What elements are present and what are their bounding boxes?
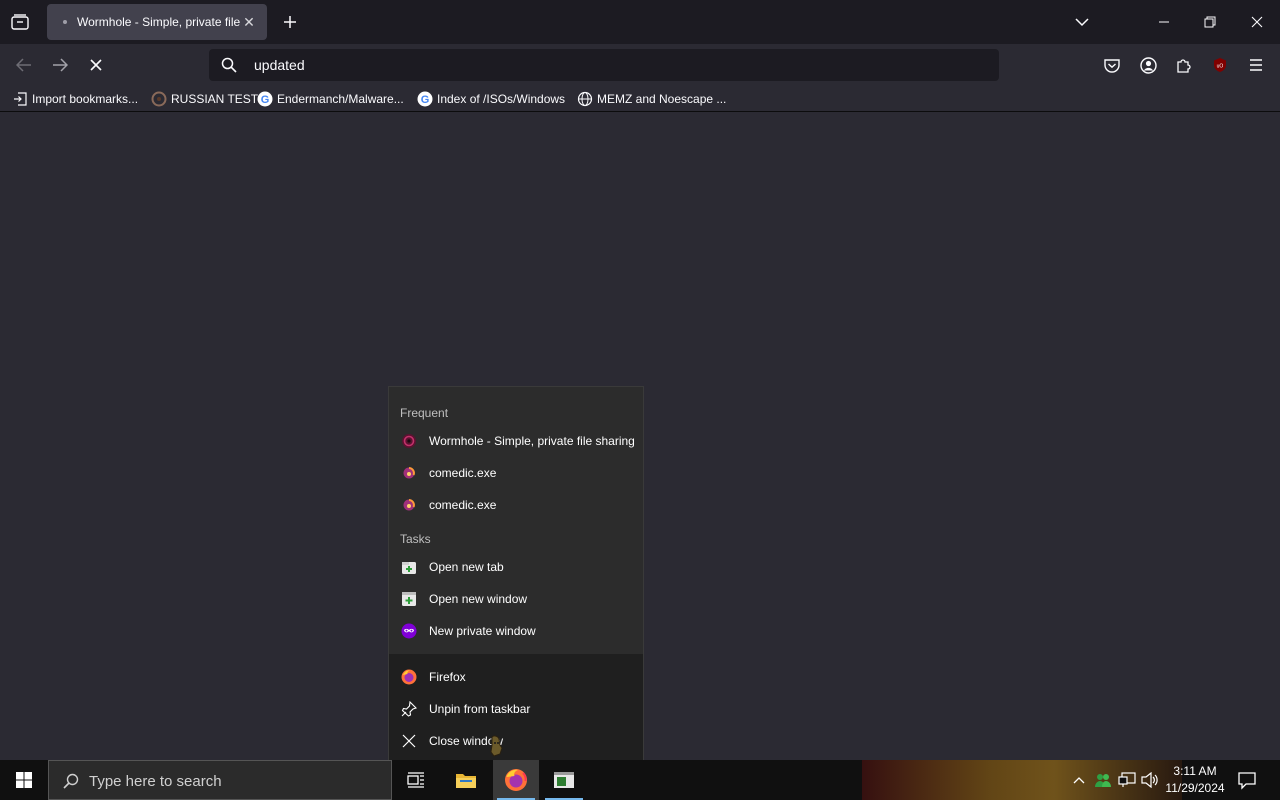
pocket-icon[interactable] bbox=[1097, 50, 1127, 80]
bookmark-label: RUSSIAN TEST bbox=[171, 92, 259, 106]
search-icon bbox=[221, 57, 237, 73]
task-label: New private window bbox=[429, 624, 536, 638]
tab-title: Wormhole - Simple, private file sharing bbox=[77, 15, 241, 29]
tab-strip: Wormhole - Simple, private file sharing … bbox=[0, 0, 1280, 44]
back-arrow-icon[interactable] bbox=[9, 50, 39, 80]
app-label: Unpin from taskbar bbox=[429, 702, 531, 716]
jump-list-close-window[interactable]: Close window bbox=[389, 726, 643, 756]
bookmark-import[interactable]: Import bookmarks... bbox=[12, 90, 138, 108]
bookmark-index-isos[interactable]: G Index of /ISOs/Windows bbox=[417, 90, 565, 108]
window-close-icon[interactable] bbox=[1243, 8, 1271, 36]
minimize-icon[interactable] bbox=[1150, 8, 1178, 36]
mouse-cursor-icon bbox=[488, 735, 504, 759]
task-open-new-window[interactable]: Open new window bbox=[389, 584, 643, 614]
taskbar-jump-list: Frequent Wormhole - Simple, private file… bbox=[388, 386, 644, 760]
browser-tab-active[interactable]: Wormhole - Simple, private file sharing … bbox=[47, 4, 267, 40]
jump-list-frequent-item[interactable]: comedic.exe bbox=[389, 458, 643, 488]
network-icon[interactable] bbox=[1118, 771, 1136, 789]
start-button[interactable] bbox=[0, 760, 48, 800]
bookmark-label: Import bookmarks... bbox=[32, 92, 139, 106]
navigation-toolbar: updated uO bbox=[0, 44, 1280, 86]
task-view-button[interactable] bbox=[393, 760, 439, 800]
bookmark-endermanch[interactable]: G Endermanch/Malware... bbox=[257, 90, 404, 108]
taskbar-clock[interactable]: 3:11 AM 11/29/2024 bbox=[1160, 763, 1230, 797]
task-label: Open new window bbox=[429, 592, 528, 606]
tab-close-icon[interactable]: ✕ bbox=[241, 14, 257, 30]
firefox-view-icon[interactable] bbox=[6, 8, 34, 36]
bookmark-label: Index of /ISOs/Windows bbox=[437, 92, 566, 106]
task-view-icon bbox=[407, 772, 424, 788]
list-all-tabs-chevron-icon[interactable] bbox=[1068, 8, 1096, 36]
folder-icon bbox=[456, 774, 476, 788]
clock-time: 3:11 AM bbox=[1173, 764, 1217, 778]
jump-list-firefox[interactable]: Firefox bbox=[389, 662, 643, 692]
menu-hamburger-icon[interactable] bbox=[1241, 50, 1271, 80]
svg-text:G: G bbox=[421, 94, 430, 106]
task-open-new-tab[interactable]: Open new tab bbox=[389, 552, 643, 582]
new-tab-icon bbox=[401, 559, 417, 575]
frequent-heading: Frequent bbox=[400, 406, 449, 420]
tab-loading-icon bbox=[63, 20, 67, 24]
restore-icon[interactable] bbox=[1196, 8, 1224, 36]
account-icon[interactable] bbox=[1133, 50, 1163, 80]
bookmark-label: MEMZ and Noescape ... bbox=[597, 92, 727, 106]
volume-icon[interactable] bbox=[1141, 771, 1159, 789]
site-favicon-icon bbox=[151, 91, 167, 107]
task-label: Open new tab bbox=[429, 560, 504, 574]
jump-list-item-label: Wormhole - Simple, private file sharing bbox=[429, 434, 635, 448]
bookmark-label: Endermanch/Malware... bbox=[277, 92, 404, 106]
firefox-taskbar-button[interactable] bbox=[493, 760, 539, 800]
task-new-private-window[interactable]: New private window bbox=[389, 616, 643, 646]
import-icon bbox=[12, 91, 28, 107]
firefox-file-icon bbox=[401, 465, 417, 481]
url-input-value[interactable]: updated bbox=[254, 57, 305, 73]
people-tray-icon[interactable] bbox=[1094, 771, 1112, 789]
firefox-file-icon bbox=[401, 497, 417, 513]
firefox-icon bbox=[401, 669, 417, 685]
stop-loading-icon[interactable] bbox=[81, 50, 111, 80]
forward-arrow-icon[interactable] bbox=[45, 50, 75, 80]
jump-list-frequent-item[interactable]: comedic.exe bbox=[389, 490, 643, 520]
bookmarks-toolbar: Import bookmarks... RUSSIAN TEST G Ender… bbox=[0, 86, 1280, 112]
search-placeholder: Type here to search bbox=[89, 773, 222, 790]
app-label: Firefox bbox=[429, 670, 466, 684]
app-window-icon bbox=[554, 772, 574, 788]
new-tab-plus-icon[interactable] bbox=[276, 8, 304, 36]
firefox-logo-icon bbox=[505, 769, 527, 791]
bookmark-memz[interactable]: MEMZ and Noescape ... bbox=[577, 90, 726, 108]
windows-logo-icon bbox=[16, 772, 32, 788]
extensions-puzzle-icon[interactable] bbox=[1169, 50, 1199, 80]
notification-center-icon[interactable] bbox=[1237, 770, 1257, 790]
url-bar[interactable]: updated bbox=[209, 49, 999, 81]
new-window-icon bbox=[401, 591, 417, 607]
jump-list-item-label: comedic.exe bbox=[429, 498, 497, 512]
jump-list-frequent-item[interactable]: Wormhole - Simple, private file sharing bbox=[389, 426, 643, 456]
ublock-origin-icon[interactable]: uO bbox=[1205, 50, 1235, 80]
svg-text:uO: uO bbox=[1217, 64, 1224, 70]
unpin-icon bbox=[401, 701, 417, 717]
search-glass-icon bbox=[63, 773, 79, 789]
svg-text:G: G bbox=[261, 94, 270, 106]
taskbar-search-box[interactable]: Type here to search bbox=[48, 760, 392, 800]
bookmark-russian-test[interactable]: RUSSIAN TEST bbox=[151, 90, 258, 108]
jump-list-item-label: comedic.exe bbox=[429, 466, 497, 480]
clock-date: 11/29/2024 bbox=[1165, 781, 1225, 795]
wormhole-icon bbox=[401, 433, 417, 449]
show-hidden-icons-chevron-icon[interactable] bbox=[1070, 771, 1088, 789]
private-window-icon bbox=[401, 623, 417, 639]
file-explorer-button[interactable] bbox=[443, 760, 489, 800]
jump-list-unpin[interactable]: Unpin from taskbar bbox=[389, 694, 643, 724]
windows-taskbar: Type here to search 3:11 AM 11/29/2024 bbox=[0, 760, 1280, 800]
app-taskbar-button[interactable] bbox=[541, 760, 587, 800]
google-icon: G bbox=[417, 91, 433, 107]
google-icon: G bbox=[257, 91, 273, 107]
globe-icon bbox=[577, 91, 593, 107]
close-icon bbox=[401, 733, 417, 749]
tasks-heading: Tasks bbox=[400, 532, 431, 546]
